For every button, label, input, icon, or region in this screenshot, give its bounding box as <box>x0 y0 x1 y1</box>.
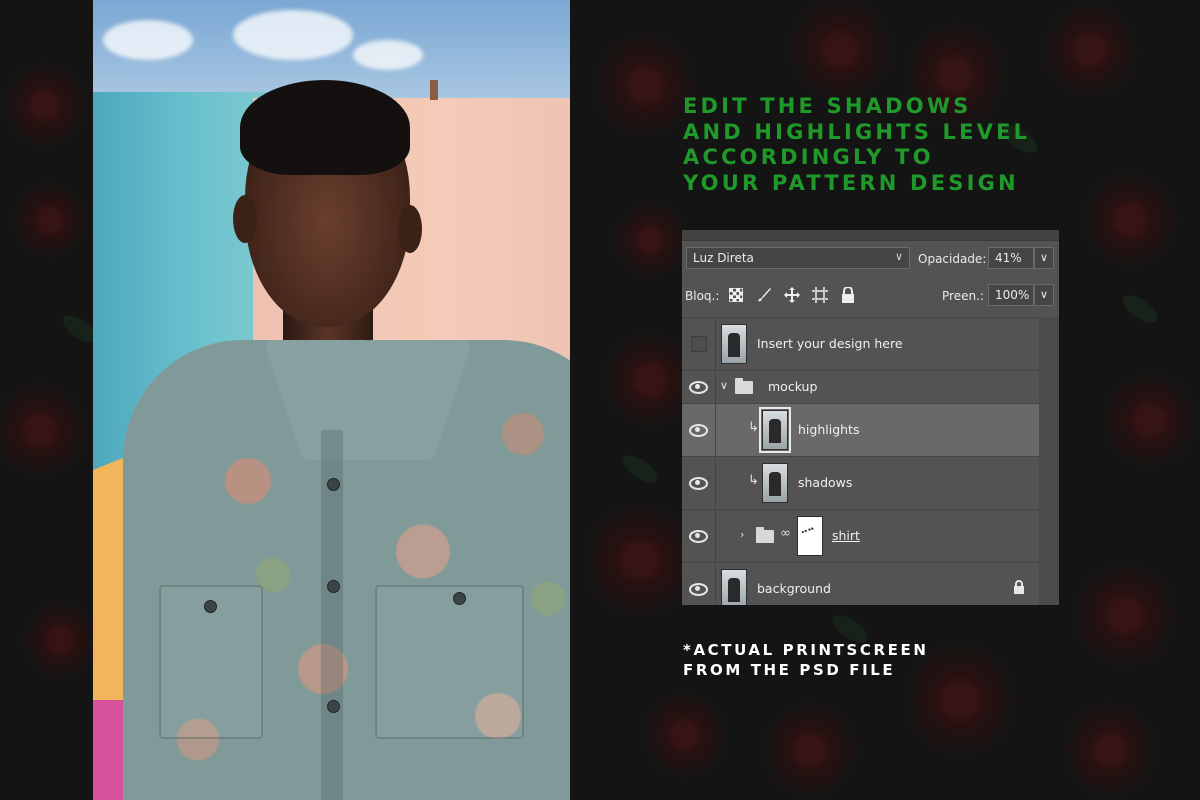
link-icon: ∞ <box>780 526 791 541</box>
shirt-button <box>327 478 340 491</box>
layer-mockup[interactable]: ∨ mockup <box>682 370 1039 403</box>
lock-artboard-icon[interactable] <box>811 286 829 304</box>
chevron-down-icon[interactable]: ∨ <box>720 379 728 392</box>
visibility-toggle[interactable] <box>682 563 716 605</box>
blend-opacity-row: Luz Direta ∨ Opacidade: 41% ∨ <box>682 244 1059 274</box>
visibility-off-box <box>690 336 707 352</box>
blend-mode-select[interactable]: Luz Direta ∨ <box>686 247 910 269</box>
eye-icon <box>689 380 708 394</box>
layers-panel: Luz Direta ∨ Opacidade: 41% ∨ Bloq.: Pre… <box>682 230 1059 605</box>
lock-image-pixels-icon[interactable] <box>755 286 773 304</box>
eye-icon <box>689 529 708 543</box>
clipping-mask-icon: ↳ <box>748 473 759 488</box>
layer-highlights[interactable]: ↳ highlights <box>682 403 1039 456</box>
layers-scrollbar[interactable] <box>1039 317 1059 605</box>
printscreen-footnote: *ACTUAL PRINTSCREEN FROM THE PSD FILE <box>683 641 929 679</box>
layer-thumbnail <box>762 463 788 503</box>
pocket-button <box>204 600 217 613</box>
mask-thumbnail <box>797 516 823 556</box>
eye-icon <box>689 423 708 437</box>
pocket-button <box>453 592 466 605</box>
visibility-toggle[interactable] <box>682 457 716 509</box>
chimney <box>430 80 438 100</box>
shirt-button <box>327 580 340 593</box>
smart-object-thumbnail <box>721 324 747 364</box>
lock-label: Bloq.: <box>685 289 720 303</box>
layer-insert-your-design-here[interactable]: Insert your design here <box>682 317 1039 370</box>
visibility-toggle[interactable] <box>682 404 716 456</box>
hair <box>240 80 410 175</box>
model-photo <box>93 0 570 800</box>
right-ear <box>398 205 422 253</box>
eye-icon <box>689 476 708 490</box>
layer-shirt[interactable]: › ∞ shirt <box>682 509 1039 562</box>
layer-shadows[interactable]: ↳ shadows <box>682 456 1039 509</box>
shirt-button <box>327 700 340 713</box>
visibility-toggle[interactable] <box>682 510 716 562</box>
lock-all-icon[interactable] <box>839 286 857 304</box>
layer-thumbnail <box>759 407 791 453</box>
eye-icon <box>689 582 708 596</box>
layer-name: Insert your design here <box>757 336 903 351</box>
lock-position-icon[interactable] <box>783 286 801 304</box>
panel-top-bar <box>682 230 1059 241</box>
blend-mode-value: Luz Direta <box>693 251 754 265</box>
instruction-heading: EDIT THE SHADOWS AND HIGHLIGHTS LEVEL AC… <box>683 94 1031 195</box>
fill-dropdown-chevron-icon[interactable]: ∨ <box>1034 284 1054 306</box>
visibility-toggle[interactable] <box>682 371 716 403</box>
chevron-right-icon[interactable]: › <box>740 528 744 541</box>
opacity-label: Opacidade: <box>918 252 987 266</box>
pocket-right <box>375 585 524 739</box>
fill-label: Preen.: <box>942 289 984 303</box>
chevron-down-icon: ∨ <box>894 250 903 263</box>
folder-icon <box>756 527 774 543</box>
lock-transparent-pixels-icon[interactable] <box>727 286 745 304</box>
clipping-mask-icon: ↳ <box>748 420 759 435</box>
layer-name: shirt <box>832 528 860 543</box>
layers-list: Insert your design here ∨ mockup ↳ highl… <box>682 317 1039 605</box>
fill-input[interactable]: 100% <box>988 284 1034 306</box>
layer-thumbnail <box>721 569 747 605</box>
lock-icon <box>1013 580 1025 598</box>
layer-name: mockup <box>768 379 818 394</box>
layer-name: highlights <box>798 422 860 437</box>
opacity-dropdown-chevron-icon[interactable]: ∨ <box>1034 247 1054 269</box>
layer-name: shadows <box>798 475 853 490</box>
layer-background[interactable]: background <box>682 562 1039 605</box>
left-ear <box>233 195 257 243</box>
opacity-input[interactable]: 41% <box>988 247 1034 269</box>
visibility-toggle[interactable] <box>682 318 716 370</box>
folder-icon <box>735 378 753 394</box>
layer-name: background <box>757 581 831 596</box>
